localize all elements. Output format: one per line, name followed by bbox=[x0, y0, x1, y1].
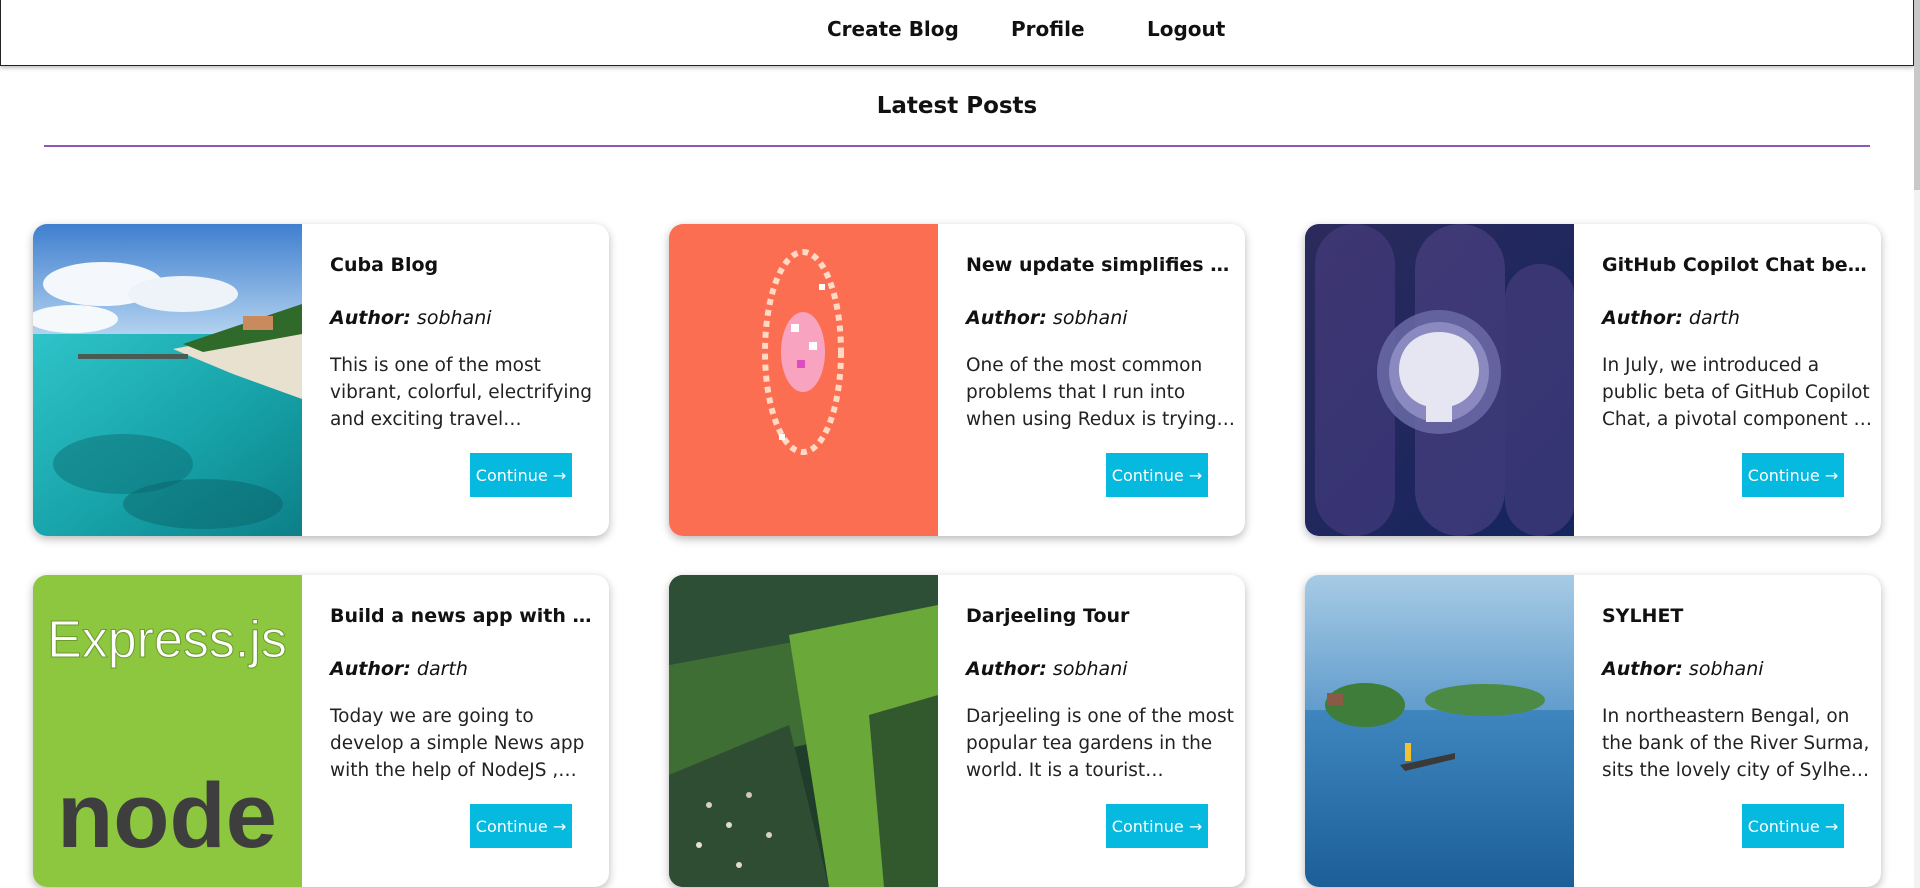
post-card: New update simplifies React Author: sobh… bbox=[669, 224, 1245, 536]
post-author: Author: sobhani bbox=[330, 307, 492, 329]
logout-link[interactable]: Logout bbox=[1147, 17, 1225, 41]
post-title[interactable]: SYLHET bbox=[1602, 605, 1874, 627]
author-label: Author: bbox=[1602, 307, 1683, 329]
post-card: Express.js node Build a news app with No… bbox=[33, 575, 609, 887]
author-label: Author: bbox=[1602, 658, 1683, 680]
post-author: Author: sobhani bbox=[1602, 658, 1764, 680]
post-title[interactable]: Darjeeling Tour bbox=[966, 605, 1238, 627]
post-card-body: SYLHET Author: sobhani In northeastern B… bbox=[1602, 575, 1874, 887]
author-label: Author: bbox=[330, 658, 411, 680]
author-name: sobhani bbox=[1052, 658, 1128, 680]
post-excerpt: In northeastern Bengal, on the bank of t… bbox=[1602, 706, 1870, 781]
author-name: sobhani bbox=[416, 307, 492, 329]
post-card-body: Build a news app with Nod… Author: darth… bbox=[330, 575, 602, 887]
post-excerpt: In July, we introduced a public beta of … bbox=[1602, 355, 1872, 430]
github-logo-image bbox=[1305, 224, 1574, 536]
post-title[interactable]: Cuba Blog bbox=[330, 254, 602, 276]
post-card: GitHub Copilot Chat beta… Author: darth … bbox=[1305, 224, 1881, 536]
post-excerpt: Darjeeling is one of the most popular te… bbox=[966, 706, 1234, 781]
post-title[interactable]: New update simplifies React bbox=[966, 254, 1238, 276]
top-navbar: Create Blog Profile Logout bbox=[0, 0, 1914, 66]
continue-button[interactable]: Continue → bbox=[1742, 804, 1844, 848]
continue-button[interactable]: Continue → bbox=[1106, 453, 1208, 497]
author-label: Author: bbox=[966, 307, 1047, 329]
post-author: Author: sobhani bbox=[966, 658, 1128, 680]
post-author: Author: sobhani bbox=[966, 307, 1128, 329]
author-label: Author: bbox=[966, 658, 1047, 680]
post-card: Cuba Blog Author: sobhani This is one of… bbox=[33, 224, 609, 536]
tropical-beach-image bbox=[33, 224, 302, 536]
scrollbar-thumb[interactable] bbox=[1914, 0, 1920, 190]
author-name: darth bbox=[416, 658, 468, 680]
post-title[interactable]: Build a news app with Nod… bbox=[330, 605, 602, 627]
post-title[interactable]: GitHub Copilot Chat beta… bbox=[1602, 254, 1874, 276]
continue-button[interactable]: Continue → bbox=[470, 453, 572, 497]
post-author: Author: darth bbox=[1602, 307, 1740, 329]
post-card-body: Darjeeling Tour Author: sobhani Darjeeli… bbox=[966, 575, 1238, 887]
author-label: Author: bbox=[330, 307, 411, 329]
post-excerpt: Today we are going to develop a simple N… bbox=[330, 706, 585, 781]
heading-divider bbox=[44, 145, 1870, 147]
post-card: Darjeeling Tour Author: sobhani Darjeeli… bbox=[669, 575, 1245, 887]
post-excerpt: One of the most common problems that I r… bbox=[966, 355, 1217, 430]
react-logo-pixel-art-image bbox=[669, 224, 938, 536]
author-name: darth bbox=[1688, 307, 1740, 329]
svg-text:Express.js: Express.js bbox=[47, 611, 287, 669]
continue-button[interactable]: Continue → bbox=[470, 804, 572, 848]
create-blog-link[interactable]: Create Blog bbox=[827, 17, 959, 41]
page-scrollbar[interactable] bbox=[1914, 0, 1920, 888]
post-excerpt: This is one of the most vibrant, colorfu… bbox=[330, 355, 593, 430]
continue-button[interactable]: Continue → bbox=[1106, 804, 1208, 848]
latest-posts-heading: Latest Posts bbox=[876, 93, 1038, 119]
profile-link[interactable]: Profile bbox=[1011, 17, 1085, 41]
post-card: SYLHET Author: sobhani In northeastern B… bbox=[1305, 575, 1881, 887]
express-node-logo-image: Express.js node bbox=[33, 575, 302, 887]
author-name: sobhani bbox=[1688, 658, 1764, 680]
post-card-body: Cuba Blog Author: sobhani This is one of… bbox=[330, 224, 602, 536]
hillside-town-image bbox=[669, 575, 938, 887]
post-author: Author: darth bbox=[330, 658, 468, 680]
post-card-body: GitHub Copilot Chat beta… Author: darth … bbox=[1602, 224, 1874, 536]
author-name: sobhani bbox=[1052, 307, 1128, 329]
post-card-body: New update simplifies React Author: sobh… bbox=[966, 224, 1238, 536]
continue-button[interactable]: Continue → bbox=[1742, 453, 1844, 497]
svg-text:node: node bbox=[57, 765, 277, 867]
river-boat-image bbox=[1305, 575, 1574, 887]
